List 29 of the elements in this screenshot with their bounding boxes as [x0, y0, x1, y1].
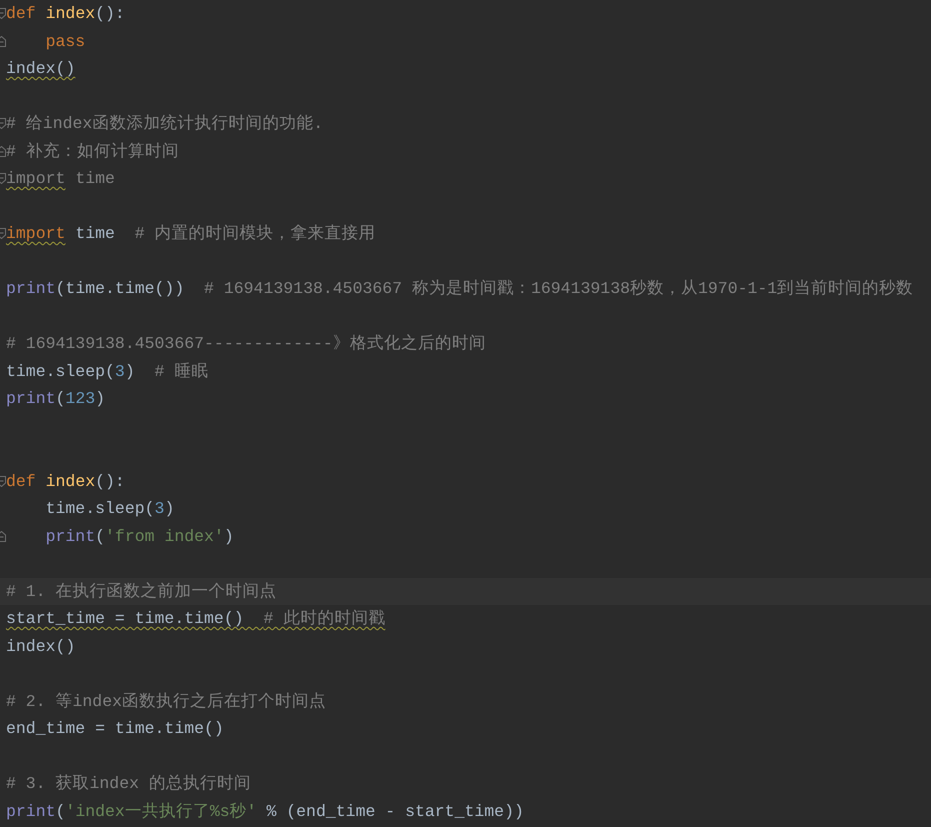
- fold-start-icon[interactable]: [0, 118, 6, 130]
- fold-start-icon[interactable]: [0, 8, 6, 20]
- code-line: import time # 内置的时间模块，拿来直接用: [6, 223, 376, 244]
- fold-start-icon[interactable]: [0, 228, 6, 240]
- code-line: time.sleep(3): [44, 498, 174, 520]
- code-line: print('index一共执行了%s秒' % (end_time - start_time)): [6, 800, 524, 822]
- code-line: # 3. 获取index 的总执行时间: [6, 773, 251, 794]
- code-line: # 1. 在执行函数之前加一个时间点: [6, 580, 277, 602]
- code-line: index(): [6, 58, 76, 80]
- code-line: import time: [6, 168, 115, 190]
- code-line: time.sleep(3) # 睡眠: [6, 360, 208, 382]
- fold-end-icon[interactable]: [0, 530, 6, 542]
- code-line: # 1694139138.4503667-------------》格式化之后的时间: [6, 333, 486, 354]
- code-line: print(123): [6, 388, 106, 410]
- code-line: # 给index函数添加统计执行时间的功能.: [6, 113, 324, 134]
- code-line: print('from index'): [44, 526, 234, 547]
- code-line: end_time = time.time(): [6, 718, 224, 740]
- fold-end-icon[interactable]: [0, 36, 6, 47]
- code-line: def index():: [6, 3, 125, 24]
- code-line: start_time = time.time() # 此时的时间戳: [6, 608, 386, 630]
- code-line: print(time.time()) # 1694139138.4503667 称为是时间戳：1694139138秒数，从1970-1-1到当前时间的秒数: [6, 278, 914, 300]
- code-line: index(): [6, 636, 76, 657]
- code-line: # 2. 等index函数执行之后在打个时间点: [6, 690, 326, 712]
- code-line: pass: [44, 30, 86, 52]
- code-line: def index():: [6, 470, 125, 492]
- fold-start-icon[interactable]: [0, 173, 6, 184]
- fold-end-icon[interactable]: [0, 146, 6, 157]
- code-line: # 补充：如何计算时间: [6, 140, 179, 162]
- fold-start-icon[interactable]: [0, 476, 6, 487]
